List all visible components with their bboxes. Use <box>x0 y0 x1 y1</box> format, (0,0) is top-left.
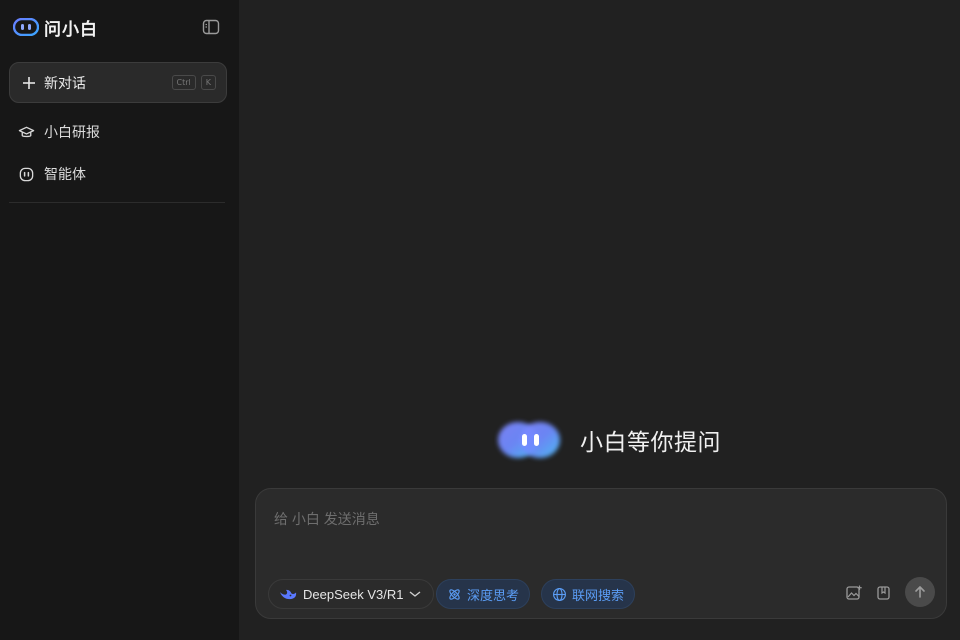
deep-think-toggle[interactable]: 深度思考 <box>436 579 531 609</box>
web-search-label: 联网搜索 <box>572 587 625 603</box>
welcome-banner: 小白等你提问 <box>494 416 721 464</box>
chevron-down-icon <box>410 591 421 597</box>
shortcut-hint: Ctrl K <box>171 75 216 90</box>
sidebar-item-label: 智能体 <box>44 166 86 182</box>
atom-icon <box>449 588 460 600</box>
message-composer: DeepSeek V3/R1 深度思考 联网搜索 <box>255 488 947 619</box>
new-chat-label: 新对话 <box>44 74 86 91</box>
deep-think-label: 深度思考 <box>467 587 520 603</box>
sidebar-item-agents[interactable]: 智能体 <box>18 163 86 185</box>
file-attach-icon[interactable] <box>875 584 893 602</box>
app-logo[interactable]: 问小白 <box>12 16 98 39</box>
logo-mascot-icon <box>12 17 40 37</box>
logo-text: 问小白 <box>44 19 98 39</box>
sidebar-item-label: 小白研报 <box>44 124 100 140</box>
shortcut-key-ctrl: Ctrl <box>171 75 196 90</box>
image-upload-icon[interactable] <box>845 584 863 602</box>
send-button[interactable] <box>905 577 935 607</box>
sidebar-toggle-icon[interactable] <box>202 19 220 35</box>
plus-icon <box>22 76 36 90</box>
sidebar-divider <box>9 202 225 203</box>
welcome-text: 小白等你提问 <box>580 429 721 455</box>
graduation-cap-icon <box>18 126 35 137</box>
arrow-up-icon <box>915 586 925 598</box>
new-chat-button[interactable]: 新对话 Ctrl K <box>9 62 227 103</box>
robot-face-icon <box>19 167 34 181</box>
deepseek-whale-icon <box>280 589 297 600</box>
sidebar-item-research[interactable]: 小白研报 <box>18 121 100 143</box>
main-panel: 小白等你提问 DeepSeek V3/R1 深度思考 <box>239 0 960 640</box>
shortcut-key-k: K <box>200 75 216 90</box>
model-label: DeepSeek V3/R1 <box>303 586 404 602</box>
model-selector[interactable]: DeepSeek V3/R1 <box>268 579 435 609</box>
mascot-icon <box>494 416 566 464</box>
sidebar: 问小白 新对话 Ctrl K 小白研报 智能体 <box>0 0 239 640</box>
globe-icon <box>553 587 566 601</box>
web-search-toggle[interactable]: 联网搜索 <box>541 579 636 609</box>
message-input[interactable] <box>274 509 924 559</box>
